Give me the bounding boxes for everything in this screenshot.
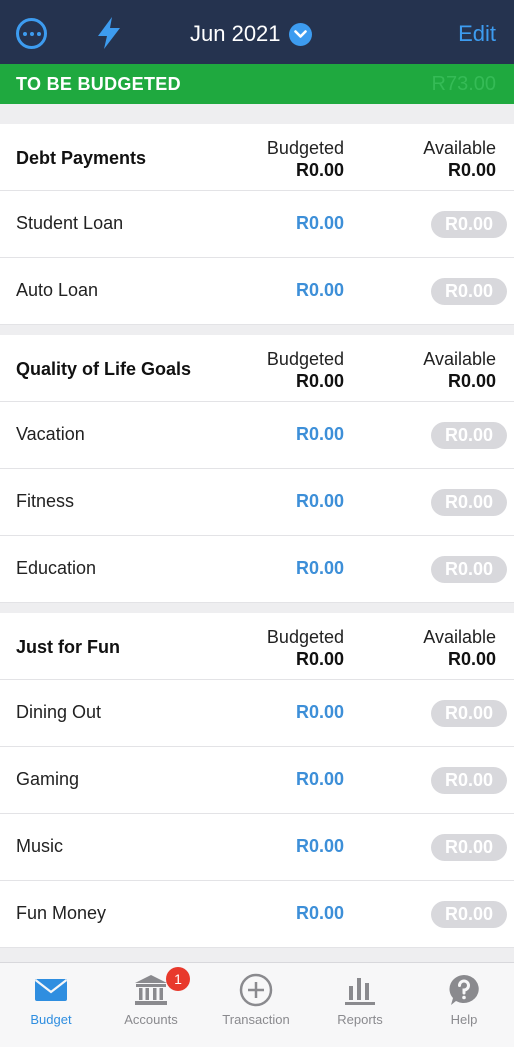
category-budgeted-amount[interactable]: R0.00 bbox=[296, 558, 344, 579]
category-name: Music bbox=[16, 836, 64, 856]
category-name: Gaming bbox=[16, 769, 80, 789]
category-available-pill[interactable]: R0.00 bbox=[431, 278, 507, 305]
to-be-budgeted-amount: R73.00 bbox=[431, 72, 497, 95]
category-row[interactable]: Fitness R0.00 R0.00 bbox=[0, 469, 514, 536]
category-available-pill[interactable]: R0.00 bbox=[431, 767, 507, 794]
category-row[interactable]: Vacation R0.00 R0.00 bbox=[0, 402, 514, 469]
group-available-column: Available R0.00 bbox=[423, 137, 496, 181]
category-available-pill[interactable]: R0.00 bbox=[431, 556, 507, 583]
lightning-icon[interactable] bbox=[94, 16, 124, 50]
category-budgeted-amount[interactable]: R0.00 bbox=[296, 424, 344, 445]
group-available-column: Available R0.00 bbox=[423, 348, 496, 392]
top-bar: Jun 2021 Edit bbox=[0, 0, 514, 64]
category-budgeted-amount[interactable]: R0.00 bbox=[296, 836, 344, 857]
help-bubble-icon bbox=[449, 975, 479, 1005]
group-available-total: R0.00 bbox=[447, 649, 496, 669]
tab-budget-label: Budget bbox=[30, 1012, 72, 1027]
group-available-column: Available R0.00 bbox=[423, 626, 496, 670]
category-group-header[interactable]: Debt Payments Budgeted R0.00 Available R0.00 bbox=[0, 124, 514, 191]
group-budgeted-total: R0.00 bbox=[295, 160, 344, 180]
chevron-down-icon bbox=[288, 22, 312, 46]
category-available-pill[interactable]: R0.00 bbox=[431, 211, 507, 238]
month-label: Jun 2021 bbox=[190, 21, 281, 46]
category-group-title: Debt Payments bbox=[16, 148, 147, 168]
category-budgeted-amount[interactable]: R0.00 bbox=[296, 769, 344, 790]
tab-reports[interactable]: Reports bbox=[309, 963, 411, 1047]
category-row[interactable]: Auto Loan R0.00 R0.00 bbox=[0, 258, 514, 325]
category-available-pill[interactable]: R0.00 bbox=[431, 901, 507, 928]
category-budgeted-amount[interactable]: R0.00 bbox=[296, 903, 344, 924]
category-group-title: Quality of Life Goals bbox=[16, 359, 192, 379]
group-budgeted-total: R0.00 bbox=[295, 371, 344, 391]
category-name: Vacation bbox=[16, 424, 85, 444]
category-name: Education bbox=[16, 558, 97, 578]
available-column-label: Available bbox=[423, 349, 496, 369]
category-budgeted-amount[interactable]: R0.00 bbox=[296, 491, 344, 512]
budgeted-column-label: Budgeted bbox=[266, 627, 344, 647]
bar-chart-icon bbox=[345, 978, 375, 1005]
category-name: Student Loan bbox=[16, 213, 124, 233]
category-row[interactable]: Dining Out R0.00 R0.00 bbox=[0, 680, 514, 747]
more-options-icon[interactable] bbox=[16, 18, 47, 49]
group-available-total: R0.00 bbox=[447, 160, 496, 180]
tab-help[interactable]: Help bbox=[413, 963, 514, 1047]
to-be-budgeted-label: TO BE BUDGETED bbox=[16, 73, 181, 94]
category-row[interactable]: Education R0.00 R0.00 bbox=[0, 536, 514, 603]
category-group-header[interactable]: Just for Fun Budgeted R0.00 Available R0.00 bbox=[0, 613, 514, 680]
tab-transaction-label: Transaction bbox=[222, 1012, 290, 1027]
budgeted-column-label: Budgeted bbox=[266, 349, 344, 369]
budget-category-list: Debt Payments Budgeted R0.00 Available R0.00… bbox=[0, 124, 514, 948]
tab-transaction[interactable]: Transaction bbox=[205, 963, 307, 1047]
group-budgeted-column: Budgeted R0.00 bbox=[267, 137, 344, 181]
bank-icon bbox=[135, 975, 167, 1005]
envelope-icon bbox=[34, 979, 68, 1001]
tab-bar: Budget Accounts Transaction Reports Help bbox=[0, 962, 514, 1047]
group-available-total: R0.00 bbox=[447, 371, 496, 391]
category-row[interactable]: Student Loan R0.00 R0.00 bbox=[0, 191, 514, 258]
budgeted-column-label: Budgeted bbox=[266, 138, 344, 158]
category-name: Fun Money bbox=[16, 903, 107, 923]
group-budgeted-column: Budgeted R0.00 bbox=[267, 348, 344, 392]
group-budgeted-column: Budgeted R0.00 bbox=[267, 626, 344, 670]
to-be-budgeted-bar[interactable]: TO BE BUDGETED R73.00 bbox=[0, 64, 514, 104]
category-name: Fitness bbox=[16, 491, 75, 511]
category-group-header[interactable]: Quality of Life Goals Budgeted R0.00 Availa… bbox=[0, 335, 514, 402]
tab-reports-label: Reports bbox=[337, 1012, 383, 1027]
month-selector[interactable]: Jun 2021 bbox=[190, 20, 312, 48]
category-name: Auto Loan bbox=[16, 280, 99, 300]
category-budgeted-amount[interactable]: R0.00 bbox=[296, 702, 344, 723]
category-row[interactable]: Fun Money R0.00 R0.00 bbox=[0, 881, 514, 948]
tab-budget[interactable]: Budget bbox=[0, 963, 102, 1047]
category-group-title: Just for Fun bbox=[16, 637, 120, 657]
accounts-notification-badge: 1 bbox=[166, 967, 190, 991]
available-column-label: Available bbox=[423, 138, 496, 158]
category-available-pill[interactable]: R0.00 bbox=[431, 834, 507, 861]
category-row[interactable]: Music R0.00 R0.00 bbox=[0, 814, 514, 881]
category-available-pill[interactable]: R0.00 bbox=[431, 489, 507, 516]
section-divider bbox=[0, 603, 514, 613]
tab-help-label: Help bbox=[450, 1012, 478, 1027]
category-budgeted-amount[interactable]: R0.00 bbox=[296, 280, 344, 301]
group-budgeted-total: R0.00 bbox=[295, 649, 344, 669]
category-available-pill[interactable]: R0.00 bbox=[431, 700, 507, 727]
category-available-pill[interactable]: R0.00 bbox=[431, 422, 507, 449]
category-row[interactable]: Gaming R0.00 R0.00 bbox=[0, 747, 514, 814]
category-budgeted-amount[interactable]: R0.00 bbox=[296, 213, 344, 234]
category-name: Dining Out bbox=[16, 702, 102, 722]
tab-accounts-label: Accounts bbox=[124, 1012, 178, 1027]
edit-button[interactable]: Edit bbox=[458, 21, 496, 47]
available-column-label: Available bbox=[423, 627, 496, 647]
section-divider bbox=[0, 325, 514, 335]
plus-circle-icon bbox=[239, 973, 273, 1007]
